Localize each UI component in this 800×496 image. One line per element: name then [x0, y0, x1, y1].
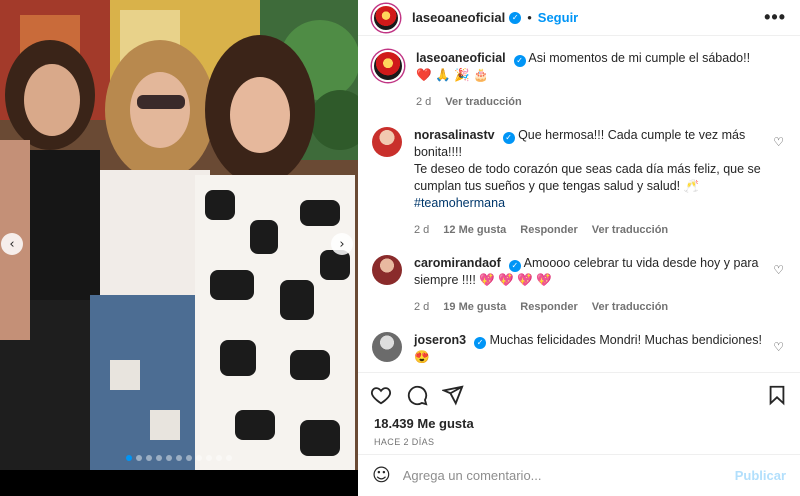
carousel-dot [216, 455, 222, 461]
verified-icon: ✓ [513, 54, 526, 67]
comment-icon[interactable] [406, 384, 428, 406]
comment-input[interactable] [402, 468, 723, 483]
avatar[interactable] [372, 332, 402, 362]
comment-text: Te deseo de todo corazón que seas cada d… [414, 162, 761, 193]
comment-time[interactable]: 2 d [414, 222, 429, 239]
translate-link[interactable]: Ver traducción [445, 94, 521, 111]
carousel-dot [156, 455, 162, 461]
comment-item: joseron3 ✓ Muchas felicidades Mondri! Muc… [372, 332, 786, 366]
more-options-icon[interactable]: ••• [764, 7, 786, 28]
caption-time[interactable]: 2 d [416, 94, 431, 111]
likes-count[interactable]: 18.439 Me gusta [358, 416, 800, 434]
chevron-left-icon: ‹ [9, 236, 15, 252]
verified-icon: ✓ [509, 11, 522, 24]
avatar[interactable] [372, 255, 402, 285]
publish-button[interactable]: Publicar [735, 468, 786, 483]
author-username[interactable]: laseoaneoficial [412, 10, 505, 25]
carousel-dot [196, 455, 202, 461]
comments-list: laseoaneoficial ✓ Asi momentos de mi cump… [358, 36, 800, 372]
post-modal: ‹ › laseoaneoficial ✓ • Seguir ••• laseo… [0, 0, 800, 496]
post-panel: laseoaneoficial ✓ • Seguir ••• laseoaneo… [358, 0, 800, 496]
carousel-prev-button[interactable]: ‹ [1, 233, 23, 255]
carousel-dot [226, 455, 232, 461]
share-icon[interactable] [442, 384, 464, 406]
carousel-dot [136, 455, 142, 461]
like-comment-heart-icon[interactable]: ♡ [773, 135, 784, 149]
comment-likes[interactable]: 12 Me gusta [443, 222, 506, 239]
carousel-dot [206, 455, 212, 461]
post-media[interactable]: ‹ › [0, 0, 358, 496]
carousel-dot [146, 455, 152, 461]
reply-button[interactable]: Responder [520, 222, 577, 239]
caption: laseoaneoficial ✓ Asi momentos de mi cump… [372, 50, 786, 111]
carousel-next-button[interactable]: › [331, 233, 353, 255]
avatar[interactable] [372, 3, 400, 32]
heart-icon[interactable] [370, 384, 392, 406]
comment-likes[interactable]: 19 Me gusta [443, 299, 506, 316]
comment-username[interactable]: joseron3 [414, 333, 466, 347]
avatar[interactable] [372, 127, 402, 157]
emoji-icon[interactable]: ☺ [372, 465, 391, 486]
follow-button[interactable]: Seguir [538, 10, 578, 25]
like-comment-heart-icon[interactable]: ♡ [773, 340, 784, 354]
translate-link[interactable]: Ver traducción [592, 299, 668, 316]
separator: • [527, 10, 532, 25]
bookmark-icon[interactable] [766, 384, 788, 406]
caption-username[interactable]: laseoaneoficial [416, 51, 506, 65]
post-photo [0, 0, 358, 470]
verified-icon: ✓ [502, 131, 515, 144]
post-header: laseoaneoficial ✓ • Seguir ••• [358, 0, 800, 36]
comment-item: caromirandaof ✓ Amoooo celebrar tu vida d… [372, 255, 786, 316]
post-date[interactable]: HACE 2 DÍAS [358, 434, 800, 454]
chevron-right-icon: › [339, 236, 345, 252]
translate-link[interactable]: Ver traducción [592, 222, 668, 239]
verified-icon: ✓ [508, 259, 521, 272]
comment-text: Muchas felicidades Mondri! Muchas bendic… [414, 333, 762, 364]
add-comment-bar: ☺ Publicar [358, 454, 800, 496]
comment-time[interactable]: 2 d [414, 299, 429, 316]
carousel-dot [166, 455, 172, 461]
carousel-dot [176, 455, 182, 461]
hashtag-link[interactable]: #teamohermana [414, 195, 764, 212]
avatar[interactable] [372, 50, 404, 82]
carousel-indicators [0, 455, 358, 461]
comment-username[interactable]: norasalinastv [414, 128, 495, 142]
verified-icon: ✓ [474, 336, 487, 349]
post-actions [358, 372, 800, 416]
like-comment-heart-icon[interactable]: ♡ [773, 263, 784, 277]
reply-button[interactable]: Responder [520, 299, 577, 316]
carousel-dot [126, 455, 132, 461]
comment-item: norasalinastv ✓ Que hermosa!!! Cada cumpl… [372, 127, 786, 239]
comment-username[interactable]: caromirandaof [414, 256, 501, 270]
carousel-dot [186, 455, 192, 461]
